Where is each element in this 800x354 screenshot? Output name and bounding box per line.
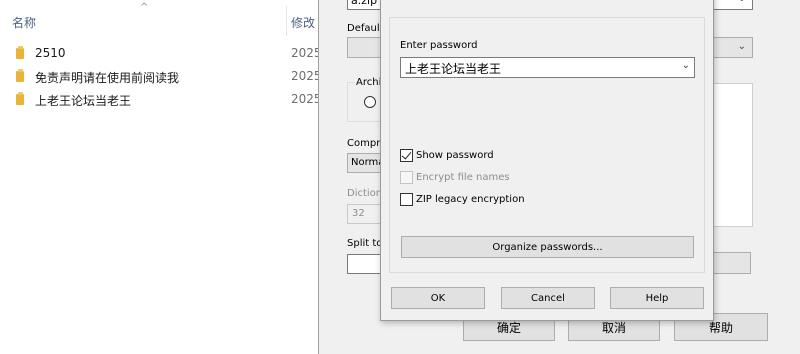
- help-button[interactable]: Help: [610, 287, 704, 309]
- checkmark-icon[interactable]: [400, 148, 413, 162]
- column-modified-header[interactable]: 修改: [291, 14, 315, 31]
- file-date: 2025: [291, 92, 322, 106]
- file-name: 2510: [35, 46, 66, 60]
- file-name: 上老王论坛当老王: [35, 94, 132, 108]
- enter-password-dialog: Enter password 上老王论坛当老王 ⌄ Show password …: [380, 0, 714, 321]
- column-header: 名称 ^ 修改: [0, 0, 330, 38]
- chevron-down-icon: ⌄: [737, 41, 746, 52]
- file-name: 免责声明请在使用前阅读我: [35, 71, 180, 85]
- file-row[interactable]: 上老王论坛当老王 2025: [0, 89, 322, 111]
- encrypt-file-names-label: Encrypt file names: [416, 171, 510, 183]
- password-value: 上老王论坛当老王: [405, 62, 502, 76]
- column-name-header[interactable]: 名称: [12, 14, 36, 31]
- file-row[interactable]: 免责声明请在使用前阅读我 2025: [0, 66, 322, 88]
- archive-name-dropdown[interactable]: ⌄: [711, 0, 753, 10]
- update-mode-dropdown[interactable]: ⌄: [711, 37, 753, 58]
- split-label: Split to: [347, 238, 383, 249]
- archive-format-radio[interactable]: [364, 96, 376, 108]
- checkbox-unchecked[interactable]: [400, 192, 413, 206]
- folder-icon: [16, 46, 24, 59]
- organize-passwords-button[interactable]: Organize passwords...: [401, 236, 694, 258]
- sort-ascending-icon: ^: [140, 2, 149, 13]
- password-input[interactable]: 上老王论坛当老王 ⌄: [400, 57, 695, 78]
- zip-legacy-encryption-label: ZIP legacy encryption: [416, 193, 525, 205]
- file-date: 2025: [291, 46, 322, 60]
- show-password-checkbox[interactable]: Show password: [400, 147, 494, 163]
- cancel-button[interactable]: Cancel: [501, 287, 595, 309]
- set-password-button[interactable]: [711, 252, 751, 274]
- checkbox-disabled: [400, 170, 413, 184]
- show-password-label: Show password: [416, 149, 494, 161]
- default-label: Default: [347, 23, 384, 34]
- encrypt-file-names-checkbox: Encrypt file names: [400, 169, 510, 185]
- folder-icon: [16, 69, 24, 82]
- file-date: 2025: [291, 69, 322, 83]
- chevron-down-icon[interactable]: ⌄: [682, 60, 690, 71]
- folder-icon: [16, 92, 24, 105]
- enter-password-label: Enter password: [400, 40, 478, 51]
- password-panel: [389, 17, 705, 273]
- archive-options-box[interactable]: [713, 83, 753, 227]
- chevron-down-icon: ⌄: [738, 0, 746, 4]
- zip-legacy-encryption-checkbox[interactable]: ZIP legacy encryption: [400, 191, 525, 207]
- column-divider[interactable]: [286, 6, 287, 36]
- ok-button[interactable]: OK: [391, 287, 485, 309]
- file-row[interactable]: 2510 2025: [0, 43, 322, 65]
